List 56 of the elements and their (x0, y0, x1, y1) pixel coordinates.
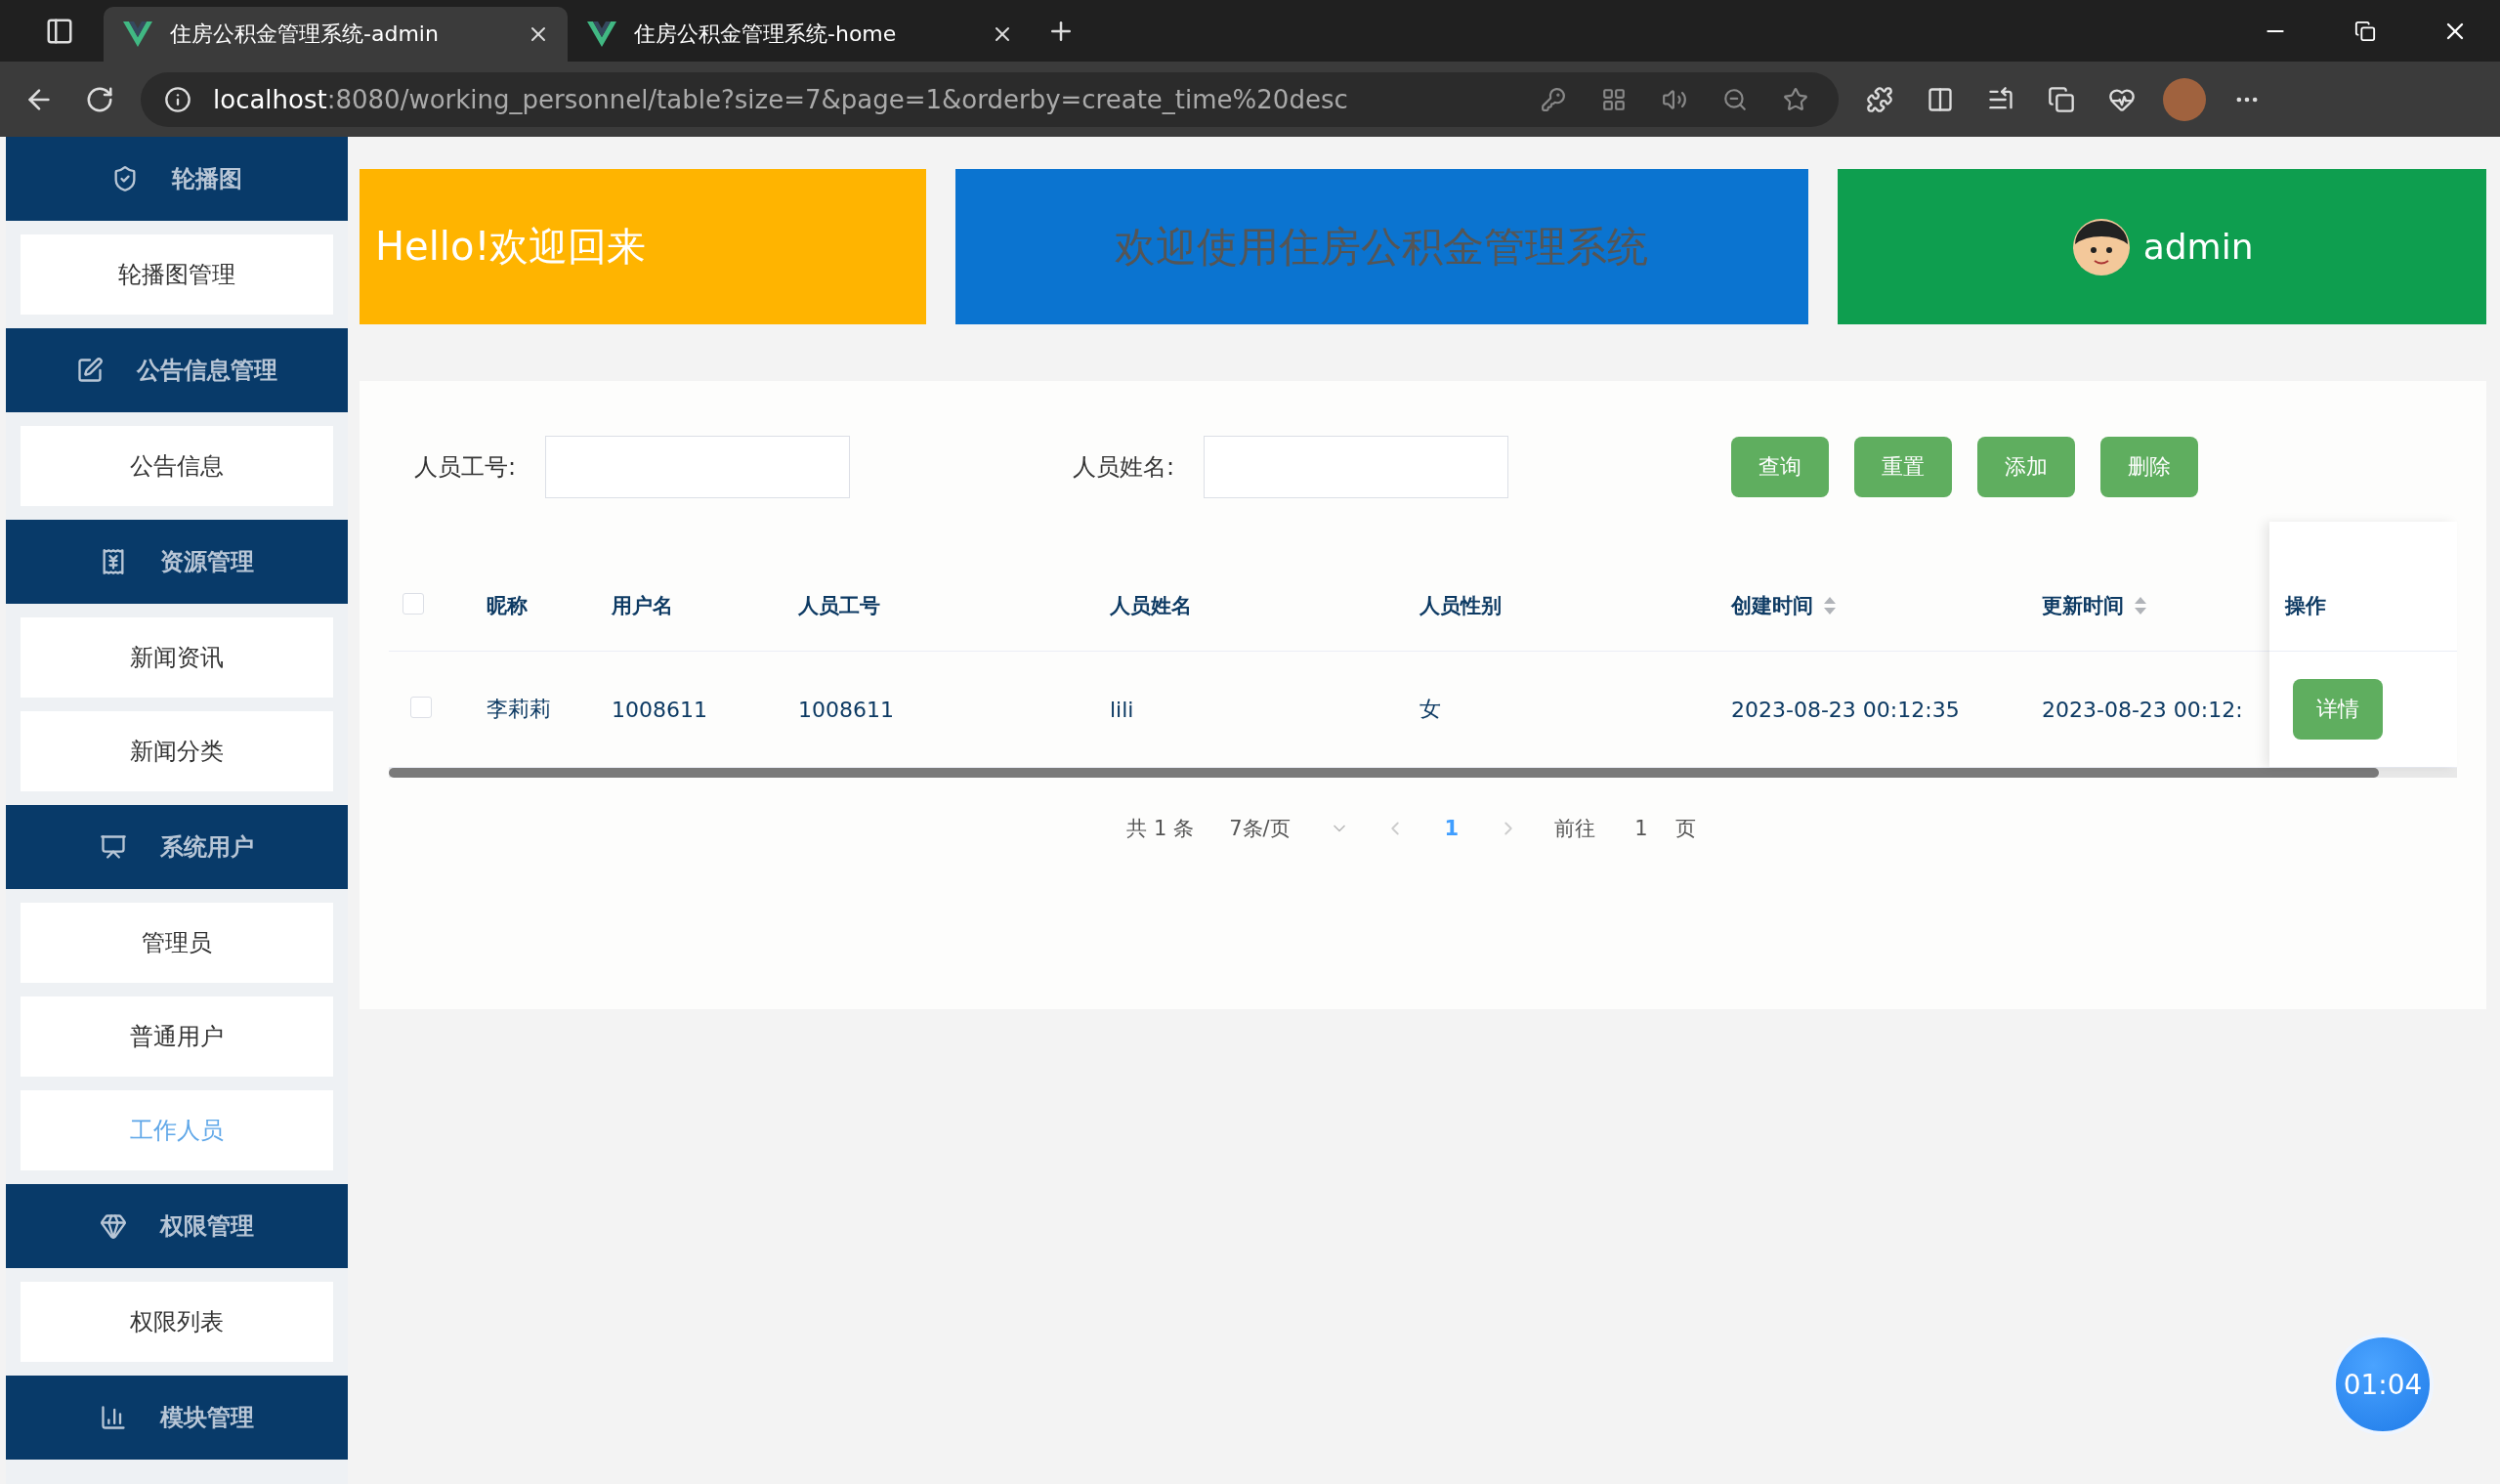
address-bar[interactable]: localhost:8080/working_personnel/table?size=7&page=1&orderby=create_time%20desc (141, 71, 1839, 127)
menu-icon (100, 1212, 127, 1240)
table-cell: lili (1110, 697, 1134, 722)
column-header: 操作 (2285, 593, 2326, 619)
browser-tab[interactable]: 住房公积金管理系统-home (568, 7, 1032, 62)
vue-logo-icon (587, 21, 616, 47)
timer-badge: 01:04 (2332, 1334, 2434, 1435)
input-field[interactable] (545, 436, 851, 498)
menu-group-header[interactable]: 轮播图 (6, 137, 348, 221)
goto-suffix: 页 (1674, 816, 1696, 842)
menu-icon (100, 833, 127, 861)
menu-group-header[interactable]: 权限管理 (6, 1184, 348, 1268)
field-label: 人员工号: (414, 452, 517, 483)
column-header: 创建时间 (1731, 593, 1813, 619)
goto-input[interactable]: 1 (1634, 817, 1648, 840)
table-cell: 2023-08-23 00:12:35 (1731, 697, 1960, 722)
menu-group-header[interactable]: 公告信息管理 (6, 328, 348, 412)
column-header: 人员姓名 (1110, 593, 1192, 619)
browser-tab[interactable]: 住房公积金管理系统-admin (104, 7, 568, 62)
total-count: 共 1 条 (1126, 816, 1195, 842)
field-label: 人员姓名: (1073, 452, 1175, 483)
menu-item[interactable]: 权限列表 (21, 1282, 333, 1362)
column-header: 人员工号 (798, 593, 880, 619)
menu-item[interactable]: 公告信息 (21, 426, 333, 506)
menu-item[interactable]: 普通用户 (21, 996, 333, 1077)
menu-group-header[interactable]: 资源管理 (6, 520, 348, 604)
checkbox[interactable] (403, 593, 424, 615)
menu-item[interactable]: 新闻分类 (21, 711, 333, 791)
column-header: 更新时间 (2042, 593, 2124, 619)
info-icon[interactable] (164, 85, 191, 113)
user-avatar-icon (2070, 216, 2132, 277)
table-cell: 1008611 (798, 697, 894, 722)
profile-avatar[interactable] (2163, 77, 2206, 121)
menu-group-header[interactable]: 模块管理 (6, 1376, 348, 1460)
goto-label: 前往 (1554, 816, 1596, 842)
menu-icon (100, 1404, 127, 1431)
column-header: 人员性别 (1419, 593, 1502, 619)
table-cell: 1008611 (612, 697, 707, 722)
welcome-banner: 欢迎使用住房公积金管理系统 (954, 169, 1809, 324)
column-header: 昵称 (487, 593, 528, 619)
table-cell: 2023-08-23 00:12: (2042, 697, 2243, 722)
input-field[interactable] (1204, 436, 1509, 498)
greeting-banner: Hello!欢迎回来 (360, 169, 926, 324)
table-cell: 李莉莉 (487, 697, 551, 721)
menu-item[interactable]: 轮播图管理 (21, 234, 333, 315)
username: admin (2142, 227, 2254, 267)
menu-icon (76, 357, 104, 384)
page-size-select[interactable]: 7条/页 (1229, 815, 1349, 842)
menu-item[interactable]: 管理员 (21, 903, 333, 983)
menu-group-header[interactable]: 系统用户 (6, 805, 348, 889)
table-cell: 女 (1419, 697, 1441, 721)
menu-item[interactable]: 新闻资讯 (21, 617, 333, 698)
vue-logo-icon (123, 21, 152, 47)
checkbox[interactable] (410, 697, 432, 718)
column-header: 用户名 (612, 593, 673, 619)
scrollbar-thumb[interactable] (389, 768, 2379, 778)
